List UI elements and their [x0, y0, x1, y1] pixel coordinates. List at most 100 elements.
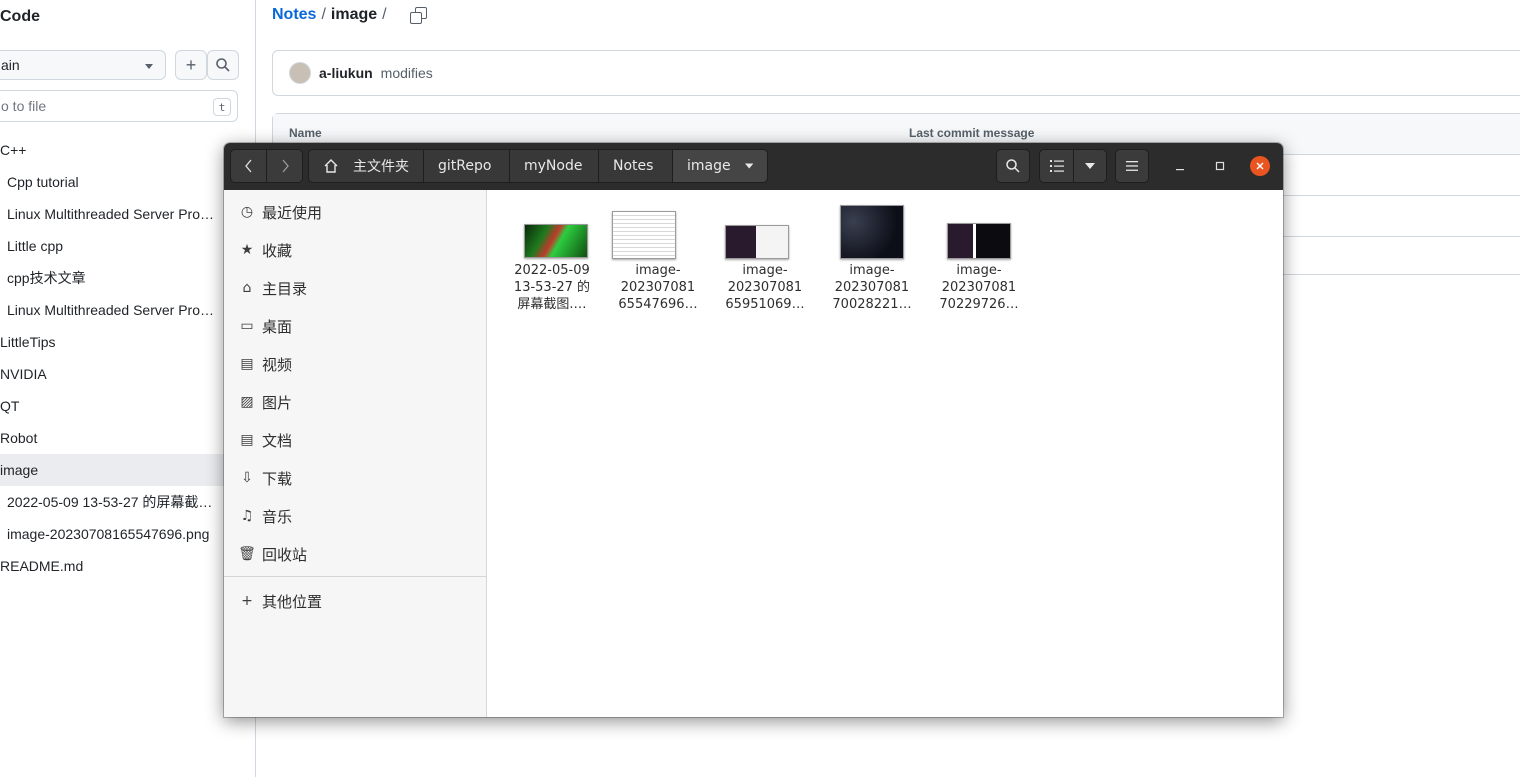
file-name: 2022-05-09 13-53-27 的屏幕截图.… — [500, 262, 604, 313]
path-mynode-label: myNode — [524, 158, 583, 174]
sidebar-item-label: 主目录 — [262, 279, 308, 298]
tree-item[interactable]: C++ — [0, 134, 255, 166]
sidebar-item[interactable]: ◷ 最近使用 — [224, 193, 486, 231]
commit-message[interactable]: modifies — [381, 65, 433, 81]
sidebar-item[interactable]: ▭ 桌面 — [224, 307, 486, 345]
latest-commit-box: a-liukun modifies — [272, 50, 1520, 96]
minimize-button[interactable] — [1170, 156, 1190, 176]
file-name-line: 65951069… — [725, 297, 805, 312]
file-item[interactable]: image- 202307081 70229726… — [927, 190, 1031, 320]
tree-item[interactable]: image-20230708165547696.png — [0, 518, 215, 550]
forward-button[interactable] — [266, 149, 303, 183]
branch-name: ain — [1, 57, 20, 73]
sidebar-item[interactable]: ♫ 音乐 — [224, 497, 486, 535]
path-home[interactable]: 主文件夹 — [308, 149, 424, 183]
dropdown-arrow-icon[interactable] — [744, 163, 753, 169]
maximize-icon — [1215, 161, 1225, 171]
file-item[interactable]: 2022-05-09 13-53-27 的屏幕截图.… — [500, 190, 604, 320]
tree-item[interactable]: cpp技术文章 — [0, 262, 215, 294]
sidebar-item-label: 文档 — [262, 431, 293, 450]
file-name-line: 65547696… — [618, 297, 698, 312]
search-icon — [216, 58, 230, 72]
image-thumbnail — [840, 205, 904, 259]
file-name-line: 2022-05-09 — [514, 263, 590, 278]
sidebar-item-other-locations[interactable]: + 其他位置 — [224, 582, 486, 620]
breadcrumb-repo-link[interactable]: Notes — [272, 6, 316, 24]
file-view: 2022-05-09 13-53-27 的屏幕截图.… image- 20230708… — [487, 190, 1283, 717]
tree-item[interactable]: Robot — [0, 422, 255, 454]
tree-item[interactable]: 2022-05-09 13-53-27 的屏幕截… — [0, 486, 215, 518]
path-mynode[interactable]: myNode — [509, 149, 599, 183]
back-button[interactable] — [230, 149, 267, 183]
avatar[interactable] — [289, 62, 311, 84]
shortcut-key: t — [213, 98, 231, 116]
maximize-button[interactable] — [1210, 156, 1230, 176]
video-icon: ▤ — [240, 356, 254, 372]
list-view-button[interactable] — [1039, 149, 1074, 183]
tree-item[interactable]: NVIDIA — [0, 358, 255, 390]
image-thumbnail — [612, 211, 676, 259]
search-button[interactable] — [996, 149, 1030, 183]
path-image-label: image — [687, 158, 731, 174]
file-name: image- 202307081 65547696… — [606, 262, 710, 313]
tree-item[interactable]: Linux Multithreaded Server Pro… — [0, 198, 215, 230]
tree-item[interactable]: image — [0, 454, 255, 486]
image-thumbnail — [947, 223, 1011, 259]
add-file-button[interactable]: + — [175, 50, 207, 80]
sidebar-item[interactable]: ▤ 视频 — [224, 345, 486, 383]
file-name-line: 13-53-27 的 — [513, 280, 591, 295]
file-item[interactable]: image- 202307081 65951069… — [713, 190, 817, 320]
music-icon: ♫ — [240, 508, 254, 524]
file-name: image- 202307081 70229726… — [927, 262, 1031, 313]
tree-item[interactable]: Little cpp — [0, 230, 215, 262]
file-name-line: image- — [849, 263, 895, 278]
menu-button[interactable] — [1115, 149, 1149, 183]
sidebar-item[interactable]: ▨ 图片 — [224, 383, 486, 421]
search-button[interactable] — [207, 50, 239, 80]
column-last-commit: Last commit message — [909, 126, 1035, 140]
sidebar-item-label: 视频 — [262, 355, 293, 374]
sidebar-item-label: 其他位置 — [262, 592, 323, 611]
tree-item[interactable]: Cpp tutorial — [0, 166, 215, 198]
breadcrumb: Notes / image / — [272, 6, 427, 24]
clock-icon: ◷ — [240, 204, 254, 220]
tree-item[interactable]: README.md — [0, 550, 255, 582]
file-tree: C++ Cpp tutorial Linux Multithreaded Serve… — [0, 134, 255, 582]
sidebar-item[interactable]: ⇩ 下载 — [224, 459, 486, 497]
tree-item[interactable]: Linux Multithreaded Server Pro… — [0, 294, 215, 326]
tree-item[interactable]: LittleTips — [0, 326, 255, 358]
file-name-line: 202307081 — [727, 280, 803, 295]
chevron-left-icon — [244, 159, 251, 173]
branch-select[interactable]: ain — [0, 50, 166, 80]
file-name-line: 70028221… — [832, 297, 912, 312]
plus-icon: + — [185, 54, 197, 75]
breadcrumb-current: image — [330, 6, 378, 23]
download-icon: ⇩ — [241, 470, 253, 486]
path-gitrepo[interactable]: gitRepo — [423, 149, 510, 183]
file-item[interactable]: image- 202307081 65547696… — [606, 190, 710, 320]
copy-path-icon[interactable] — [409, 7, 427, 24]
document-icon: ▤ — [240, 432, 254, 448]
sidebar-item[interactable]: ⌂ 主目录 — [224, 269, 486, 307]
close-button[interactable] — [1250, 156, 1270, 176]
sidebar-item-label: 音乐 — [262, 507, 293, 526]
path-image[interactable]: image — [672, 149, 768, 183]
sidebar-item-label: 桌面 — [262, 317, 293, 336]
list-view-icon — [1049, 160, 1064, 172]
repo-sidebar: Code ain + o to file t C++ Cpp tutorial Li… — [0, 0, 256, 777]
path-notes[interactable]: Notes — [598, 149, 673, 183]
tree-item[interactable]: QT — [0, 390, 255, 422]
go-to-file-input[interactable]: o to file t — [0, 90, 238, 122]
sidebar-item[interactable]: ★ 收藏 — [224, 231, 486, 269]
sidebar-item[interactable]: ▤ 文档 — [224, 421, 486, 459]
file-item[interactable]: image- 202307081 70028221… — [820, 190, 924, 320]
chevron-right-icon — [282, 159, 289, 173]
breadcrumb-trail: / — [382, 6, 387, 23]
picture-icon: ▨ — [240, 394, 254, 410]
file-name-line: 202307081 — [620, 280, 696, 295]
search-icon — [1006, 159, 1020, 173]
sidebar-item[interactable]: 🗑 回收站 — [224, 535, 486, 573]
view-options-button[interactable] — [1073, 149, 1107, 183]
places-sidebar: ◷ 最近使用 ★ 收藏 ⌂ 主目录 ▭ 桌面 ▤ 视频 ▨ 图片 ▤ 文档 ⇩ 下载 ♫ 音乐 🗑 回收站 + 其他位置 — [224, 190, 487, 717]
commit-author[interactable]: a-liukun — [319, 65, 373, 81]
